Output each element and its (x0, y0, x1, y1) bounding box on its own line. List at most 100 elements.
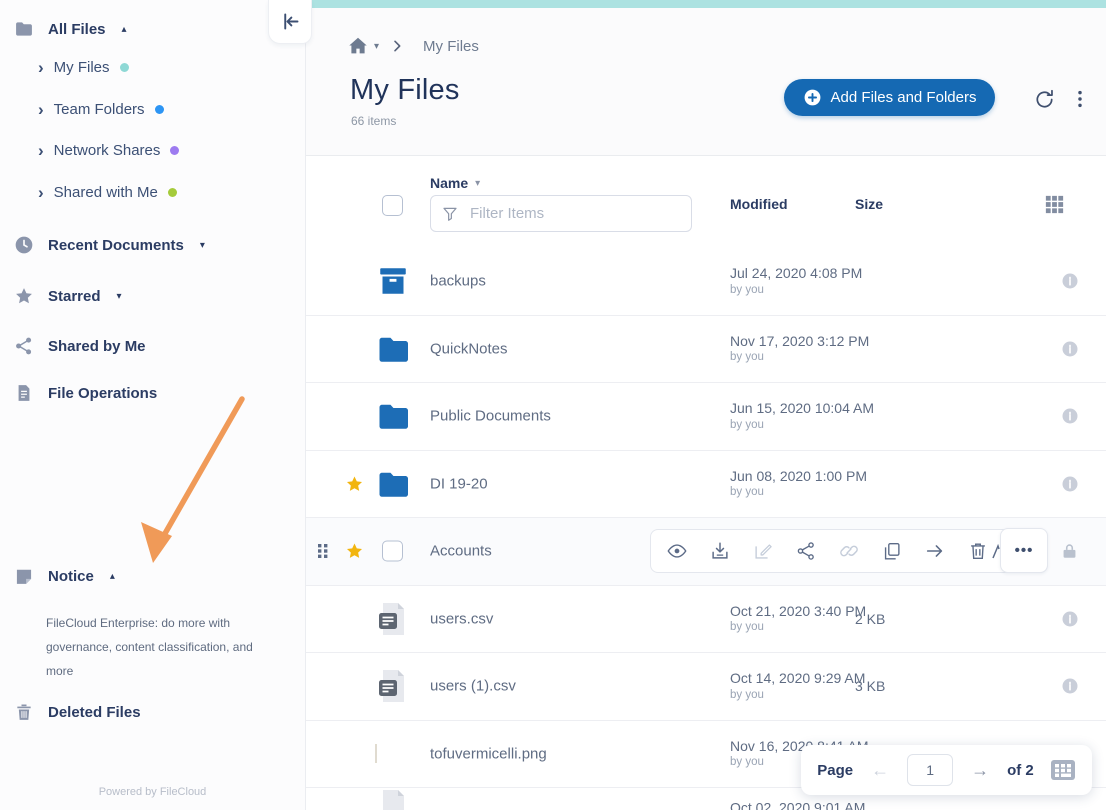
info-button[interactable] (1061, 407, 1079, 425)
preview-button[interactable] (664, 538, 690, 564)
info-button[interactable] (1061, 475, 1079, 493)
filter-input[interactable] (468, 204, 681, 223)
row-checkbox[interactable] (382, 541, 403, 562)
kebab-menu-icon (1069, 88, 1091, 110)
breadcrumb-current[interactable]: My Files (423, 38, 479, 55)
archive-box-icon (375, 263, 411, 299)
column-header-name[interactable]: Name ▾ (430, 175, 480, 191)
modified-by: by you (730, 350, 869, 364)
file-name[interactable]: DI 19-20 (430, 475, 488, 492)
sidebar-item-team-folders[interactable]: › Team Folders (38, 101, 164, 118)
sidebar-item-shared-with-me[interactable]: › Shared with Me (38, 184, 177, 201)
file-name[interactable]: Public Documents (430, 408, 551, 425)
folder-icon (14, 19, 34, 39)
star-favorite-icon[interactable] (345, 542, 364, 561)
file-row-di-19-20[interactable]: DI 19-20 Jun 08, 2020 1:00 PM by you (306, 451, 1106, 519)
sidebar-item-starred[interactable]: Starred ▾ (14, 286, 122, 306)
sidebar-collapse-button[interactable] (268, 0, 312, 44)
info-icon (1061, 340, 1079, 358)
locked-indicator-icon (1060, 542, 1079, 561)
sidebar-item-all-files[interactable]: All Files ▴ (14, 19, 127, 39)
refresh-icon (1033, 88, 1056, 111)
next-page-button[interactable]: → (969, 760, 991, 781)
add-files-button[interactable]: Add Files and Folders (784, 79, 995, 116)
column-header-modified[interactable]: Modified (730, 196, 788, 212)
file-row-backups[interactable]: backups Jul 24, 2020 4:08 PM by you (306, 248, 1106, 316)
share-icon (14, 336, 34, 356)
column-header-size[interactable]: Size (855, 196, 883, 212)
modified-by: by you (730, 485, 867, 499)
csv-file-icon (375, 668, 411, 704)
table-header: Name ▾ Modified Size (306, 155, 1106, 248)
download-button[interactable] (707, 538, 733, 564)
info-button[interactable] (1061, 340, 1079, 358)
info-button[interactable] (1061, 677, 1079, 695)
file-row-users-csv[interactable]: users.csv Oct 21, 2020 3:40 PM by you 2 … (306, 586, 1106, 654)
move-button[interactable] (922, 538, 948, 564)
info-button[interactable] (1061, 272, 1079, 290)
pagination: Page ← → of 2 (801, 745, 1092, 795)
select-all-checkbox[interactable] (382, 195, 403, 216)
notice-text: FileCloud Enterprise: do more with gover… (46, 611, 272, 683)
star-favorite-icon[interactable] (345, 474, 364, 493)
image-thumbnail (375, 745, 377, 763)
arrow-right-icon: → (971, 760, 989, 780)
sidebar-item-shared-by-me[interactable]: Shared by Me (14, 336, 146, 356)
modified-cell: Oct 14, 2020 9:29 AM by you (730, 670, 865, 702)
sidebar-item-deleted-files[interactable]: Deleted Files (14, 702, 141, 722)
csv-file-icon (375, 601, 411, 637)
sidebar-subitem-label: My Files (54, 59, 110, 76)
sidebar-item-my-files[interactable]: › My Files (38, 59, 129, 76)
row-more-actions-button[interactable]: ••• (1000, 528, 1048, 573)
home-breadcrumb-button[interactable]: ▾ (347, 35, 379, 57)
file-name[interactable]: QuickNotes (430, 340, 508, 357)
modified-cell: Jun 15, 2020 10:04 AM by you (730, 400, 874, 432)
file-name[interactable]: users (1).csv (430, 678, 516, 695)
edit-button[interactable] (750, 538, 776, 564)
file-name[interactable]: backups (430, 273, 486, 290)
file-row-quicknotes[interactable]: QuickNotes Nov 17, 2020 3:12 PM by you (306, 316, 1106, 384)
sidebar-subitem-label: Shared with Me (54, 184, 158, 201)
sidebar-item-network-shares[interactable]: › Network Shares (38, 142, 179, 159)
sidebar-item-label: Recent Documents (48, 237, 184, 254)
folder-icon (375, 331, 411, 367)
more-options-button[interactable] (1065, 84, 1095, 114)
caret-down-icon: ▾ (200, 240, 205, 251)
file-size: 2 KB (855, 611, 885, 627)
sidebar-item-recent-documents[interactable]: Recent Documents ▾ (14, 235, 205, 255)
sidebar-subitem-label: Network Shares (54, 142, 161, 159)
grid-view-icon (1043, 193, 1066, 216)
prev-page-button[interactable]: ← (869, 760, 891, 781)
breadcrumb: ▾ My Files (347, 33, 479, 59)
top-accent-bar (306, 0, 1106, 8)
file-row-public-documents[interactable]: Public Documents Jun 15, 2020 10:04 AM b… (306, 383, 1106, 451)
edit-icon (752, 540, 774, 562)
sidebar-item-label: Deleted Files (48, 704, 141, 721)
page-number-input[interactable] (907, 754, 953, 786)
drag-handle-icon[interactable] (317, 543, 329, 559)
refresh-button[interactable] (1029, 84, 1060, 115)
file-name[interactable]: Accounts (430, 543, 492, 560)
page-jump-grid-button[interactable] (1050, 758, 1076, 782)
file-row-accounts[interactable]: Accounts (306, 518, 1106, 586)
sidebar-item-notice[interactable]: Notice ▴ (14, 566, 115, 586)
item-count: 66 items (351, 114, 396, 128)
link-button[interactable] (836, 538, 862, 564)
share-button[interactable] (793, 538, 819, 564)
file-name[interactable]: users.csv (430, 610, 493, 627)
link-icon (838, 540, 860, 562)
file-row-users-1-csv[interactable]: users (1).csv Oct 14, 2020 9:29 AM by yo… (306, 653, 1106, 721)
sidebar-item-file-operations[interactable]: File Operations (14, 383, 157, 403)
file-name[interactable]: tofuvermicelli.png (430, 745, 547, 762)
modified-by: by you (730, 283, 862, 297)
info-button[interactable] (1061, 610, 1079, 628)
copy-button[interactable] (879, 538, 905, 564)
delete-button[interactable] (965, 538, 991, 564)
color-dot (120, 63, 129, 72)
ellipsis-icon: ••• (1015, 542, 1034, 559)
grid-view-button[interactable] (1041, 191, 1068, 218)
trash-icon (14, 702, 34, 722)
file-list: backups Jul 24, 2020 4:08 PM by you Quic… (306, 248, 1106, 810)
info-icon (1061, 677, 1079, 695)
caret-down-icon: ▾ (374, 41, 379, 52)
